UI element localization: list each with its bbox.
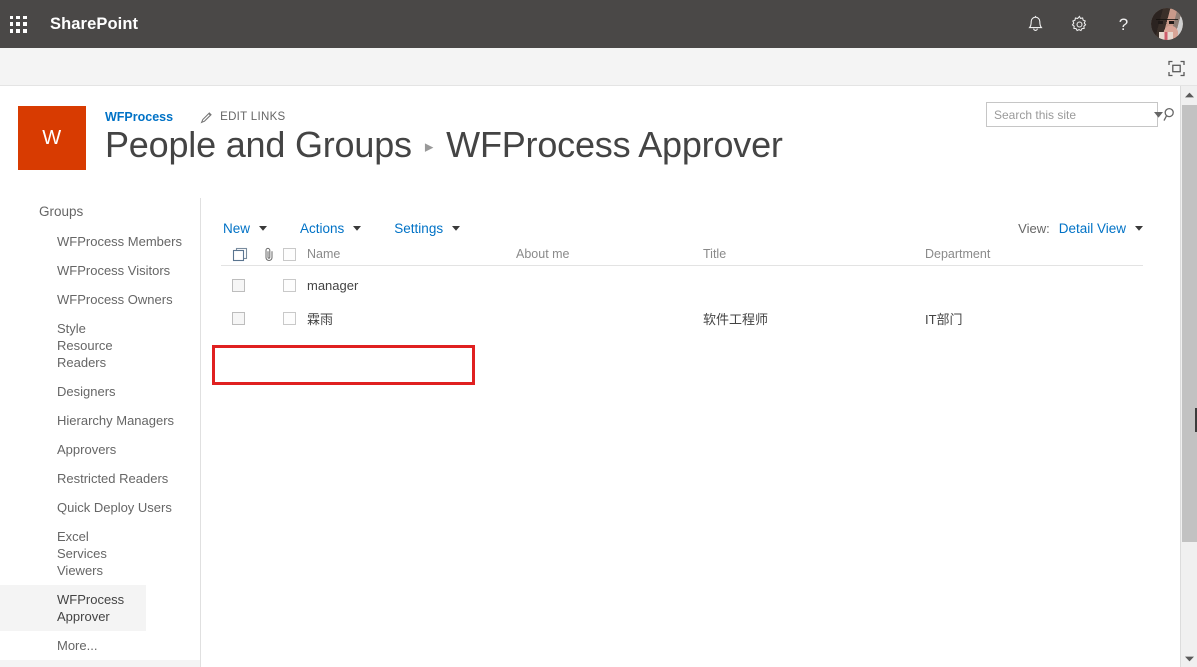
svg-text:?: ? <box>1118 15 1127 34</box>
row-name-cell[interactable]: 霖雨 <box>283 309 516 328</box>
about-me-header-label: About me <box>516 247 570 261</box>
view-value-link[interactable]: Detail View <box>1059 221 1126 236</box>
sidebar-item-restricted-readers[interactable]: Restricted Readers <box>0 464 200 493</box>
sidebar-item-style-resource-readers[interactable]: Style Resource Readers <box>0 314 140 377</box>
page-content: W WFProcess EDIT LINKS People and Groups… <box>0 86 1180 667</box>
row-title-cell: 软件工程师 <box>703 312 769 327</box>
department-header-cell[interactable]: Department <box>925 245 1143 263</box>
caret-down-icon <box>353 225 362 231</box>
question-mark-icon: ? <box>1118 15 1127 34</box>
about-me-header-cell[interactable]: About me <box>516 245 703 263</box>
avatar[interactable] <box>1151 8 1183 40</box>
bell-icon <box>1027 15 1043 31</box>
focus-on-content-button[interactable] <box>1163 56 1189 80</box>
chevron-down-icon <box>1154 111 1163 118</box>
row-name-checkbox[interactable] <box>283 312 296 325</box>
edit-links-button[interactable]: EDIT LINKS <box>200 111 285 124</box>
vertical-scrollbar[interactable] <box>1180 86 1197 667</box>
view-label: View: <box>1018 220 1050 236</box>
title-header-label: Title <box>703 247 727 261</box>
actions-menu-button[interactable]: Actions <box>298 219 363 238</box>
main-content: New Actions Settings View: Detail View N… <box>201 198 1163 333</box>
people-grid: Name About me Title Department manager 霖… <box>221 245 1143 333</box>
row-name-cell[interactable]: manager <box>283 278 516 293</box>
sharepoint-brand-link[interactable]: SharePoint <box>50 15 138 34</box>
row-name-label[interactable]: manager <box>307 278 358 293</box>
caret-down-icon[interactable] <box>1135 225 1143 231</box>
app-launcher-button[interactable] <box>0 0 36 48</box>
row-department-cell: IT部门 <box>925 312 963 327</box>
page-title-current: WFProcess Approver <box>446 124 783 165</box>
grid-header-row: Name About me Title Department <box>221 245 1143 266</box>
page-title: People and Groups ▸ WFProcess Approver <box>105 124 783 172</box>
row-name-label[interactable]: 霖雨 <box>307 309 333 328</box>
new-menu-label: New <box>223 220 251 236</box>
paperclip-icon <box>265 247 273 261</box>
page-title-separator-icon: ▸ <box>424 137 434 156</box>
search-icon <box>1163 107 1174 121</box>
sidebar-item-designers[interactable]: Designers <box>0 377 200 406</box>
row-select-cell[interactable] <box>221 278 256 292</box>
search-submit-button[interactable] <box>1163 107 1178 122</box>
left-navigation: Groups WFProcess Members WFProcess Visit… <box>0 198 201 667</box>
search-input[interactable] <box>987 103 1154 126</box>
row-select-cell[interactable] <box>221 312 256 325</box>
caret-down-icon <box>452 225 461 231</box>
settings-button[interactable] <box>1057 0 1101 48</box>
suite-bar: SharePoint ? <box>0 0 1197 48</box>
new-menu-button[interactable]: New <box>221 219 269 238</box>
page-title-parent-link[interactable]: People and Groups <box>105 124 412 166</box>
scroll-down-button[interactable] <box>1181 650 1197 667</box>
site-logo: W <box>18 106 86 170</box>
sidebar-item-approvers[interactable]: Approvers <box>0 435 200 464</box>
department-header-label: Department <box>925 247 991 261</box>
scroll-up-button[interactable] <box>1181 86 1197 103</box>
sidebar-item-quick-deploy-users[interactable]: Quick Deploy Users <box>0 493 200 522</box>
caret-up-icon <box>1185 92 1194 97</box>
list-toolbar: New Actions Settings View: Detail View <box>221 211 1143 245</box>
sidebar-item-wfprocess-approver[interactable]: WFProcess Approver <box>0 585 146 631</box>
notifications-button[interactable] <box>1013 0 1057 48</box>
page-root: SharePoint ? W WFProcess EDIT LINKS Peop… <box>0 0 1197 667</box>
search-box[interactable] <box>986 102 1174 127</box>
caret-down-icon <box>1185 656 1194 661</box>
table-row[interactable]: manager <box>221 266 1143 304</box>
caret-down-icon <box>259 225 268 231</box>
gear-icon <box>1071 14 1086 31</box>
sidebar-item-wfprocess-visitors[interactable]: WFProcess Visitors <box>0 256 200 285</box>
name-header-checkbox[interactable] <box>283 247 296 261</box>
search-scope-dropdown[interactable] <box>1154 111 1163 118</box>
edit-links-label: EDIT LINKS <box>220 111 286 123</box>
sidebar-item-home[interactable]: Home <box>0 660 200 667</box>
app-launcher-icon <box>9 15 27 33</box>
breadcrumb-site-link[interactable]: WFProcess <box>105 110 173 124</box>
name-header-cell[interactable]: Name <box>283 247 516 261</box>
settings-menu-label: Settings <box>394 220 444 236</box>
sidebar-item-wfprocess-members[interactable]: WFProcess Members <box>0 227 200 256</box>
pencil-icon <box>200 111 212 123</box>
select-all-cell[interactable] <box>221 247 256 262</box>
nav-heading-groups: Groups <box>39 204 84 219</box>
attachments-header-cell[interactable] <box>256 247 283 262</box>
sidebar-item-hierarchy-managers[interactable]: Hierarchy Managers <box>0 406 200 435</box>
name-header-label: Name <box>307 247 341 261</box>
row-name-checkbox[interactable] <box>283 278 296 292</box>
sidebar-item-excel-services-viewers[interactable]: Excel Services Viewers <box>0 522 130 585</box>
settings-menu-button[interactable]: Settings <box>392 219 462 238</box>
title-header-cell[interactable]: Title <box>703 245 925 263</box>
sidebar-item-more[interactable]: More... <box>0 631 200 660</box>
actions-menu-label: Actions <box>300 220 345 236</box>
table-row[interactable]: 霖雨 软件工程师 IT部门 <box>221 304 1143 333</box>
ribbon-strip <box>0 48 1197 86</box>
annotation-highlight-box <box>212 345 475 385</box>
suite-bar-actions: ? <box>1013 0 1197 48</box>
row-select-checkbox[interactable] <box>232 312 245 325</box>
help-button[interactable]: ? <box>1101 0 1145 48</box>
row-select-checkbox[interactable] <box>232 278 245 292</box>
view-selector: View: Detail View <box>1018 221 1143 236</box>
scrollbar-thumb[interactable] <box>1182 105 1197 542</box>
pages-icon <box>232 247 248 261</box>
sidebar-item-wfprocess-owners[interactable]: WFProcess Owners <box>0 285 200 314</box>
focus-on-content-icon <box>1167 60 1185 76</box>
